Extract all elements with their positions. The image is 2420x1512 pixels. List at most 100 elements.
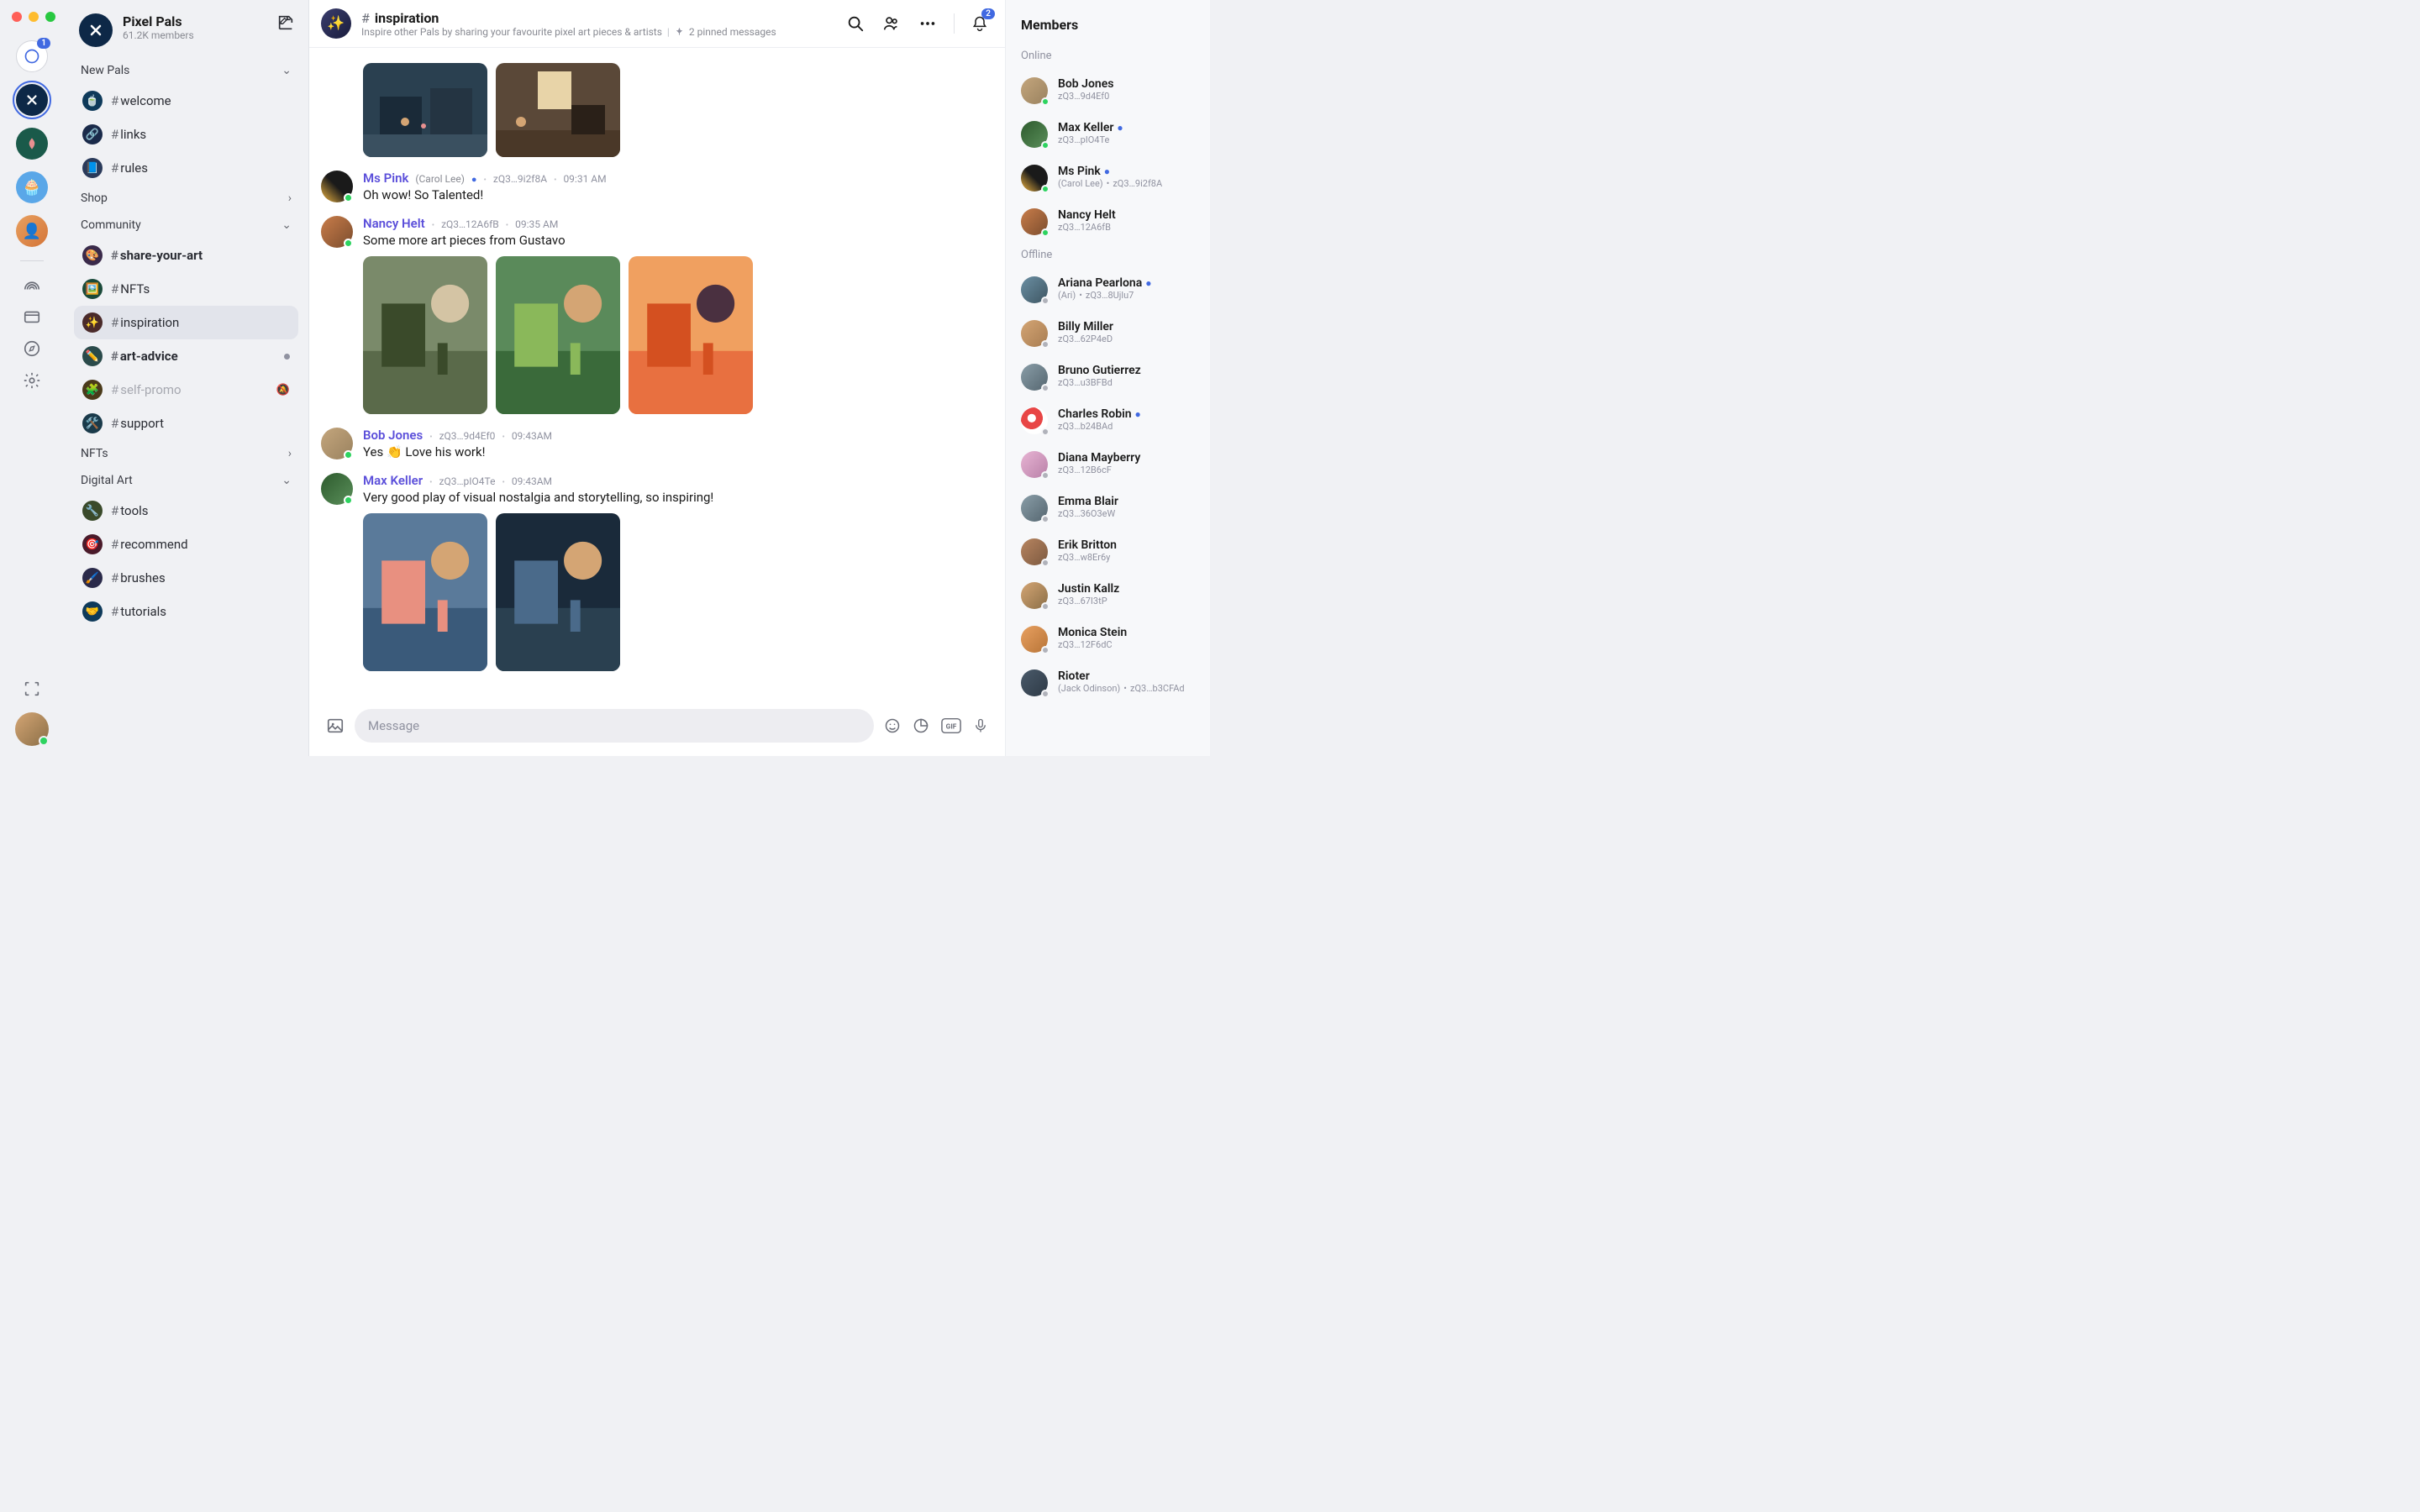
pixel-art-image[interactable] (496, 256, 620, 414)
member-item[interactable]: Billy Miller zQ3…62P4eD (1021, 312, 1200, 355)
channel-support[interactable]: 🛠️ #support (74, 407, 298, 440)
server-5[interactable]: 👤 (16, 215, 48, 247)
presence-offline-icon (1041, 602, 1050, 611)
message-author[interactable]: Max Keller (363, 473, 423, 488)
voice-button[interactable] (973, 717, 988, 734)
server-4[interactable]: 🧁 (16, 171, 48, 203)
message-avatar[interactable] (321, 473, 353, 505)
group-shop[interactable]: Shop › (74, 185, 298, 212)
current-user-avatar[interactable] (15, 712, 49, 746)
leaf-icon (25, 137, 39, 150)
message-avatar[interactable] (321, 428, 353, 459)
pixel-art-image[interactable] (363, 513, 487, 671)
member-item[interactable]: Justin Kallz zQ3…67I3tP (1021, 574, 1200, 617)
member-item[interactable]: Monica Stein zQ3…12F6dC (1021, 617, 1200, 661)
message-avatar[interactable] (321, 171, 353, 202)
member-item[interactable]: Bob Jones zQ3…9d4Ef0 (1021, 69, 1200, 113)
channel-rules[interactable]: 📘 #rules (74, 151, 298, 185)
channel-tutorials[interactable]: 🤝 #tutorials (74, 595, 298, 628)
message-author[interactable]: Nancy Helt (363, 216, 425, 231)
member-hash: zQ3…62P4eD (1058, 333, 1200, 344)
member-item[interactable]: Ariana Pearlona● (Ari)•zQ3…8Ujlu7 (1021, 268, 1200, 312)
server-header: Pixel Pals 61.2K members (64, 0, 308, 57)
pixel-art-image[interactable] (496, 63, 620, 157)
rainbow-icon[interactable] (22, 275, 42, 295)
chat-column: ✨ #inspiration Inspire other Pals by sha… (309, 0, 1005, 756)
channel-welcome[interactable]: 🍵 #welcome (74, 84, 298, 118)
pixel-art-image[interactable] (363, 256, 487, 414)
gif-button[interactable]: GIF (941, 717, 961, 734)
group-community[interactable]: Community ⌄ (74, 212, 298, 239)
message-author[interactable]: Ms Pink (363, 171, 408, 186)
channel-inspiration[interactable]: ✨ #inspiration (74, 306, 298, 339)
channel-nfts[interactable]: 🖼️ #NFTs (74, 272, 298, 306)
channel-share-your-art[interactable]: 🎨 #share-your-art (74, 239, 298, 272)
unread-dot-icon (284, 354, 290, 360)
chevron-down-icon: ⌄ (281, 64, 292, 77)
message: Nancy Helt • zQ3…12A6fB • 09:35 AM Some … (321, 209, 988, 421)
member-item[interactable]: Max Keller● zQ3…pIO4Te (1021, 113, 1200, 156)
presence-offline-icon (1041, 428, 1050, 436)
channel-recommend[interactable]: 🎯 #recommend (74, 528, 298, 561)
group-new-pals[interactable]: New Pals ⌄ (74, 57, 298, 84)
message-avatar[interactable] (321, 216, 353, 248)
member-avatar (1021, 451, 1048, 478)
channel-art-advice[interactable]: ✏️ #art-advice (74, 339, 298, 373)
member-hash: (Carol Lee)•zQ3…9i2f8A (1058, 178, 1200, 189)
presence-online-icon (39, 736, 49, 746)
close-window[interactable] (12, 12, 22, 22)
wallet-icon[interactable] (22, 307, 42, 327)
search-button[interactable] (846, 14, 865, 33)
pixel-art-image[interactable] (496, 513, 620, 671)
member-item[interactable]: Nancy Helt zQ3…12A6fB (1021, 200, 1200, 244)
presence-offline-icon (1041, 471, 1050, 480)
member-item[interactable]: Rioter (Jack Odinson)•zQ3…b3CFAd (1021, 661, 1200, 705)
member-item[interactable]: Diana Mayberry zQ3…12B6cF (1021, 443, 1200, 486)
member-item[interactable]: Ms Pink● (Carol Lee)•zQ3…9i2f8A (1021, 156, 1200, 200)
zoom-window[interactable] (45, 12, 55, 22)
pin-icon (675, 27, 684, 36)
member-avatar (1021, 495, 1048, 522)
member-name: Rioter (1058, 669, 1200, 683)
message-author[interactable]: Bob Jones (363, 428, 423, 443)
channel-links[interactable]: 🔗 #links (74, 118, 298, 151)
notifications-button[interactable]: 2 (971, 15, 988, 32)
emoji-button[interactable] (884, 717, 901, 734)
member-hash: (Ari)•zQ3…8Ujlu7 (1058, 290, 1200, 301)
member-name: Monica Stein (1058, 626, 1200, 639)
member-avatar (1021, 582, 1048, 609)
mute-icon: 🔕 (276, 384, 290, 396)
channel-brushes[interactable]: 🖌️ #brushes (74, 561, 298, 595)
channel-self-promo[interactable]: 🧩 #self-promo 🔕 (74, 373, 298, 407)
sticker-button[interactable] (913, 717, 929, 734)
member-item[interactable]: Erik Britton zQ3…w8Er6y (1021, 530, 1200, 574)
minimize-window[interactable] (29, 12, 39, 22)
direct-messages-server[interactable]: 1 (16, 40, 48, 72)
pixelpals-server[interactable] (16, 84, 48, 116)
pixel-art-image[interactable] (363, 63, 487, 157)
members-button[interactable] (881, 14, 902, 33)
member-item[interactable]: Charles Robin● zQ3…b24BAd (1021, 399, 1200, 443)
qr-scan-icon[interactable] (22, 679, 42, 699)
rail-separator (20, 260, 44, 261)
channel-tools[interactable]: 🔧 #tools (74, 494, 298, 528)
compass-icon[interactable] (22, 339, 42, 359)
attach-image-button[interactable] (326, 717, 345, 735)
svg-text:GIF: GIF (946, 723, 957, 732)
member-item[interactable]: Bruno Gutierrez zQ3…u3BFBd (1021, 355, 1200, 399)
pixel-art-image[interactable] (629, 256, 753, 414)
presence-offline-icon (1041, 559, 1050, 567)
more-button[interactable] (918, 14, 937, 33)
message-input[interactable]: Message (355, 709, 874, 743)
new-message-button[interactable] (276, 13, 293, 30)
member-name: Erik Britton (1058, 538, 1200, 552)
gear-icon[interactable] (22, 370, 42, 391)
group-digital-art[interactable]: Digital Art ⌄ (74, 467, 298, 494)
server-3[interactable] (16, 128, 48, 160)
member-item[interactable]: Emma Blair zQ3…36O3eW (1021, 486, 1200, 530)
group-nfts[interactable]: NFTs › (74, 440, 298, 467)
message-time: 09:43AM (512, 430, 552, 442)
server-avatar[interactable] (79, 13, 113, 47)
presence-offline-icon (1041, 646, 1050, 654)
verified-icon: ● (471, 174, 477, 185)
